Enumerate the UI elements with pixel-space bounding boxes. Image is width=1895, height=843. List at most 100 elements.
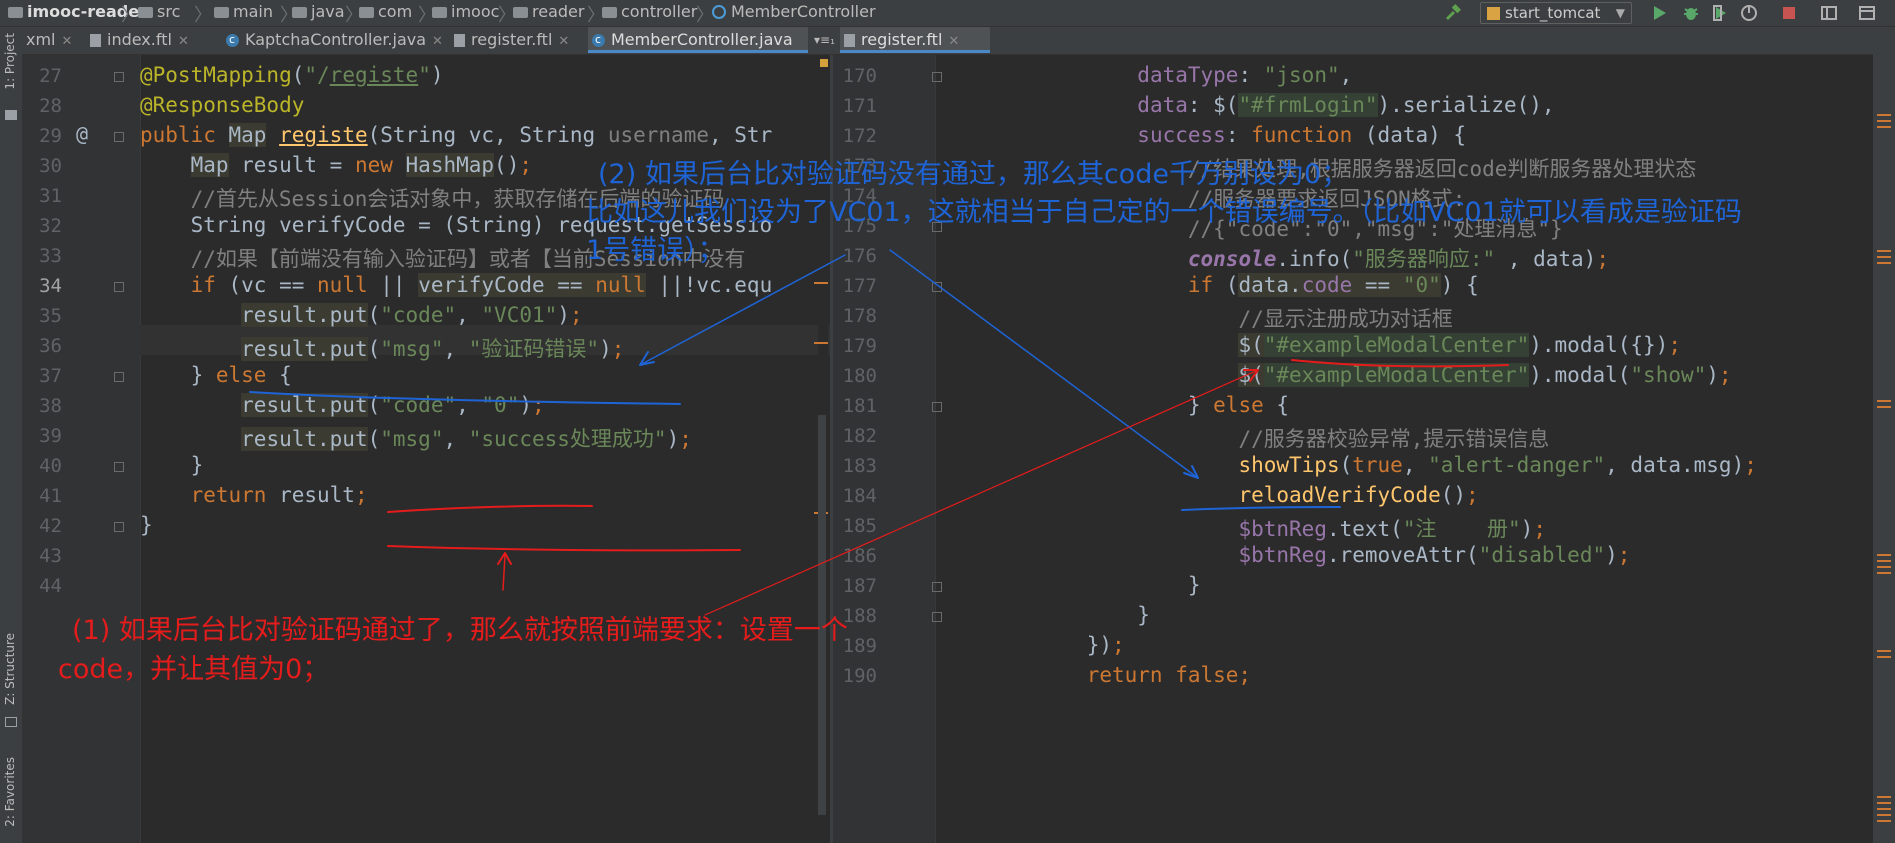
marker <box>1877 814 1891 816</box>
line-number: 33 <box>39 245 62 267</box>
line-number: 179 <box>842 335 877 357</box>
code-line: @ResponseBody <box>140 93 305 117</box>
code-line: data: $("#frmLogin").serialize(), <box>1137 93 1555 117</box>
breadcrumb-item-java[interactable]: java <box>292 2 345 21</box>
fold-icon[interactable] <box>114 372 124 382</box>
close-icon[interactable]: ✕ <box>558 34 569 49</box>
code-line: $("#exampleModalCenter").modal({}); <box>1238 333 1681 357</box>
line-number: 43 <box>39 545 62 567</box>
breadcrumb-item-com[interactable]: com <box>359 2 412 21</box>
line-number: 181 <box>842 395 877 417</box>
structure-icon <box>5 717 17 727</box>
fold-icon[interactable] <box>114 462 124 472</box>
method-gutter-marker: @ <box>76 122 89 146</box>
coverage-icon[interactable] <box>1712 4 1730 22</box>
line-number: 35 <box>39 305 62 327</box>
code-line: result.put("code", "0"); <box>241 393 545 417</box>
close-icon[interactable]: ✕ <box>62 34 73 49</box>
tab-register-ftl[interactable]: register.ftl ✕ <box>450 27 584 53</box>
line-number: 36 <box>39 335 62 357</box>
folder-icon <box>513 7 528 18</box>
line-number: 171 <box>842 95 877 117</box>
line-number: 190 <box>842 665 877 687</box>
code-line: } <box>140 453 204 477</box>
code-line: } <box>140 513 153 537</box>
annotation-blue-line3: 1号错误）； <box>586 235 725 266</box>
breadcrumb-item-controller[interactable]: controller <box>602 2 697 21</box>
marker <box>1877 120 1891 122</box>
line-number: 177 <box>842 275 877 297</box>
marker <box>1877 400 1891 402</box>
code-line: @PostMapping("/registe") <box>140 63 444 87</box>
hammer-icon[interactable] <box>1444 4 1462 22</box>
fold-icon[interactable] <box>114 72 124 82</box>
tab-member-controller[interactable]: MemberController.java <box>588 27 808 53</box>
tab-kaptcha-controller[interactable]: KaptchaController.java✕ <box>222 27 444 53</box>
run-configuration-select[interactable]: start_tomcat ▼ <box>1480 2 1632 24</box>
marker <box>1877 802 1891 804</box>
tab-xml[interactable]: xml ✕ <box>22 27 80 53</box>
breadcrumb-class[interactable]: MemberController <box>712 2 876 21</box>
window-icon[interactable] <box>1858 4 1876 22</box>
code-line: //服务器校验异常,提示错误信息 <box>1238 427 1550 451</box>
marker <box>814 282 828 284</box>
class-icon <box>712 5 726 19</box>
line-number: 40 <box>39 455 62 477</box>
breadcrumb-item-reader[interactable]: reader <box>513 2 584 21</box>
tool-window-strip-left: 1: Project Z: Structure 2: Favorites <box>0 27 23 843</box>
line-number: 41 <box>39 485 62 507</box>
favorites-tool-window-button[interactable]: 2: Favorites <box>3 757 17 827</box>
close-icon[interactable]: ✕ <box>432 34 443 49</box>
tab-register-ftl-right[interactable]: register.ftl ✕ <box>840 27 990 53</box>
close-icon[interactable]: ✕ <box>948 34 959 49</box>
class-icon <box>592 27 605 53</box>
structure-tool-window-button[interactable]: Z: Structure <box>3 633 17 705</box>
folder-icon <box>214 7 229 18</box>
code-line: dataType: "json", <box>1137 63 1353 87</box>
line-number: 44 <box>39 575 62 597</box>
editor-tab-bar: xml✕ index.ftl✕ KaptchaController.java✕ … <box>22 27 1895 55</box>
fold-icon[interactable] <box>114 522 124 532</box>
code-line: success: function (data) { <box>1137 123 1467 147</box>
code-line: showTips(true, "alert-danger", data.msg)… <box>1238 453 1757 477</box>
marker <box>1877 566 1891 568</box>
line-number: 27 <box>39 65 62 87</box>
marker <box>1877 572 1891 574</box>
fold-icon[interactable] <box>114 282 124 292</box>
line-number: 39 <box>39 425 62 447</box>
marker <box>1877 560 1891 562</box>
folder-icon <box>359 7 374 18</box>
project-tool-window-button[interactable]: 1: Project <box>3 33 17 90</box>
fold-icon[interactable] <box>114 132 124 142</box>
line-number: 185 <box>842 515 877 537</box>
marker <box>1877 650 1891 652</box>
marker <box>1877 262 1891 264</box>
close-icon[interactable]: ✕ <box>178 34 189 49</box>
line-number: 42 <box>39 515 62 537</box>
profile-icon[interactable] <box>1740 4 1758 22</box>
code-line: return result; <box>190 483 368 507</box>
warning-indicator-icon[interactable] <box>820 59 828 67</box>
line-number: 176 <box>842 245 877 267</box>
breadcrumb-item-src[interactable]: src <box>138 2 180 21</box>
stop-icon[interactable] <box>1780 4 1798 22</box>
breadcrumb-item-imooc[interactable]: imooc <box>432 2 499 21</box>
breadcrumb-item-main[interactable]: main <box>214 2 273 21</box>
code-line: if (data.code == "0") { <box>1187 273 1479 297</box>
layout-icon[interactable] <box>1820 4 1838 22</box>
run-icon[interactable] <box>1650 4 1668 22</box>
line-number: 28 <box>39 95 62 117</box>
line-number: 184 <box>842 485 877 507</box>
marker <box>814 342 828 344</box>
annotation-red-line2: code，并让其值为0； <box>58 654 330 685</box>
code-line: } else { <box>140 363 292 387</box>
annotation-blue-line2: 比如这儿我们设为了VC01，这就相当于自己定的一个错误编号。（比如VC01就可以… <box>586 197 1742 228</box>
code-line: //显示注册成功对话框 <box>1238 307 1453 331</box>
tab-index-ftl[interactable]: index.ftl ✕ <box>86 27 216 53</box>
folder-icon <box>432 7 447 18</box>
marker-strip-right[interactable] <box>1873 54 1895 843</box>
marker <box>1877 656 1891 658</box>
marker <box>1877 406 1891 408</box>
breadcrumb-separator: 〉 <box>194 5 212 26</box>
debug-icon[interactable] <box>1682 4 1700 22</box>
